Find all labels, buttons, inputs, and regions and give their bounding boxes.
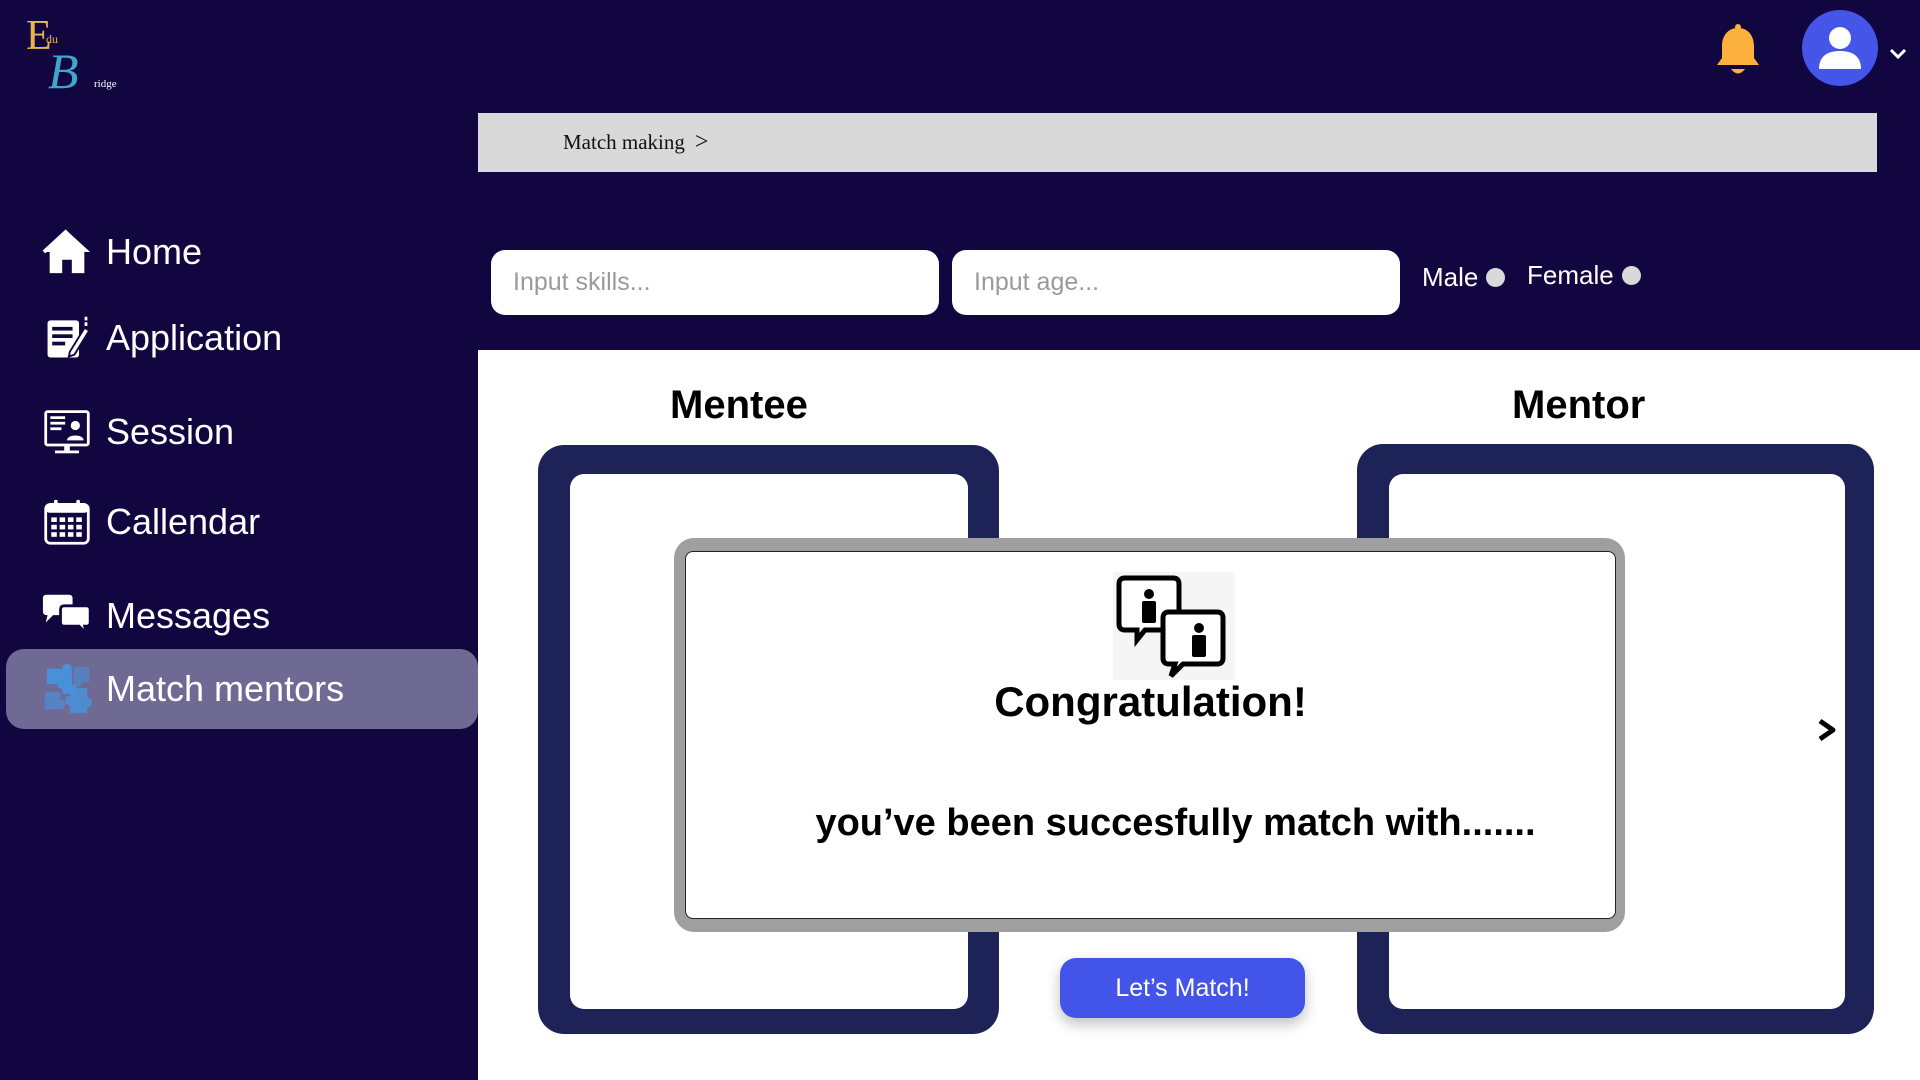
mentee-title: Mentee [670, 383, 808, 427]
breadcrumb-item-match-making[interactable]: Match making [563, 130, 685, 155]
sidebar-item-label: Session [106, 411, 235, 452]
male-label: Male [1422, 262, 1479, 292]
sidebar-item-label: Messages [106, 595, 271, 636]
sidebar-item-label: Match mentors [106, 668, 345, 709]
session-icon [40, 405, 94, 459]
breadcrumb: Match making > [478, 113, 1877, 172]
puzzle-icon [40, 662, 94, 716]
logo-letter-b: B [48, 43, 79, 99]
sidebar-item-label: Home [106, 231, 203, 272]
sidebar-item-match-mentors[interactable]: Match mentors [6, 649, 478, 729]
messages-icon [40, 589, 94, 643]
user-icon [1819, 27, 1861, 69]
next-mentor-arrow-icon[interactable] [1814, 716, 1840, 744]
mentor-title: Mentor [1512, 383, 1646, 427]
notification-bell-icon[interactable] [1712, 24, 1764, 78]
edubridge-logo[interactable]: E du B ridge [22, 12, 132, 99]
chevron-down-icon[interactable] [1888, 44, 1908, 64]
home-icon [40, 225, 94, 279]
skills-input[interactable] [491, 250, 939, 315]
application-icon [40, 311, 94, 365]
modal-message: you’ve been succesfully match with......… [815, 802, 1536, 844]
sidebar-item-application[interactable]: Application [6, 298, 478, 378]
sidebar-item-home[interactable]: Home [6, 212, 478, 292]
male-radio-dot[interactable] [1486, 268, 1506, 287]
logo-ridge: ridge [94, 78, 117, 90]
gender-female-radio[interactable]: Female [1527, 260, 1641, 291]
sidebar-item-label: Callendar [106, 501, 261, 542]
sidebar-item-calendar[interactable]: Callendar [6, 482, 478, 562]
breadcrumb-separator: > [694, 129, 709, 155]
user-avatar[interactable] [1802, 10, 1878, 86]
female-radio-dot[interactable] [1621, 266, 1641, 285]
modal-title: Congratulation! [994, 678, 1307, 725]
female-label: Female [1527, 260, 1614, 290]
lets-match-button[interactable]: Let’s Match! [1060, 958, 1305, 1018]
sidebar-item-session[interactable]: Session [6, 392, 478, 472]
sidebar-item-messages[interactable]: Messages [6, 576, 478, 656]
age-input[interactable] [952, 250, 1400, 315]
calendar-icon [40, 495, 94, 549]
chat-people-icon [1113, 572, 1235, 680]
sidebar-item-label: Application [106, 317, 283, 358]
gender-male-radio[interactable]: Male [1422, 262, 1506, 293]
